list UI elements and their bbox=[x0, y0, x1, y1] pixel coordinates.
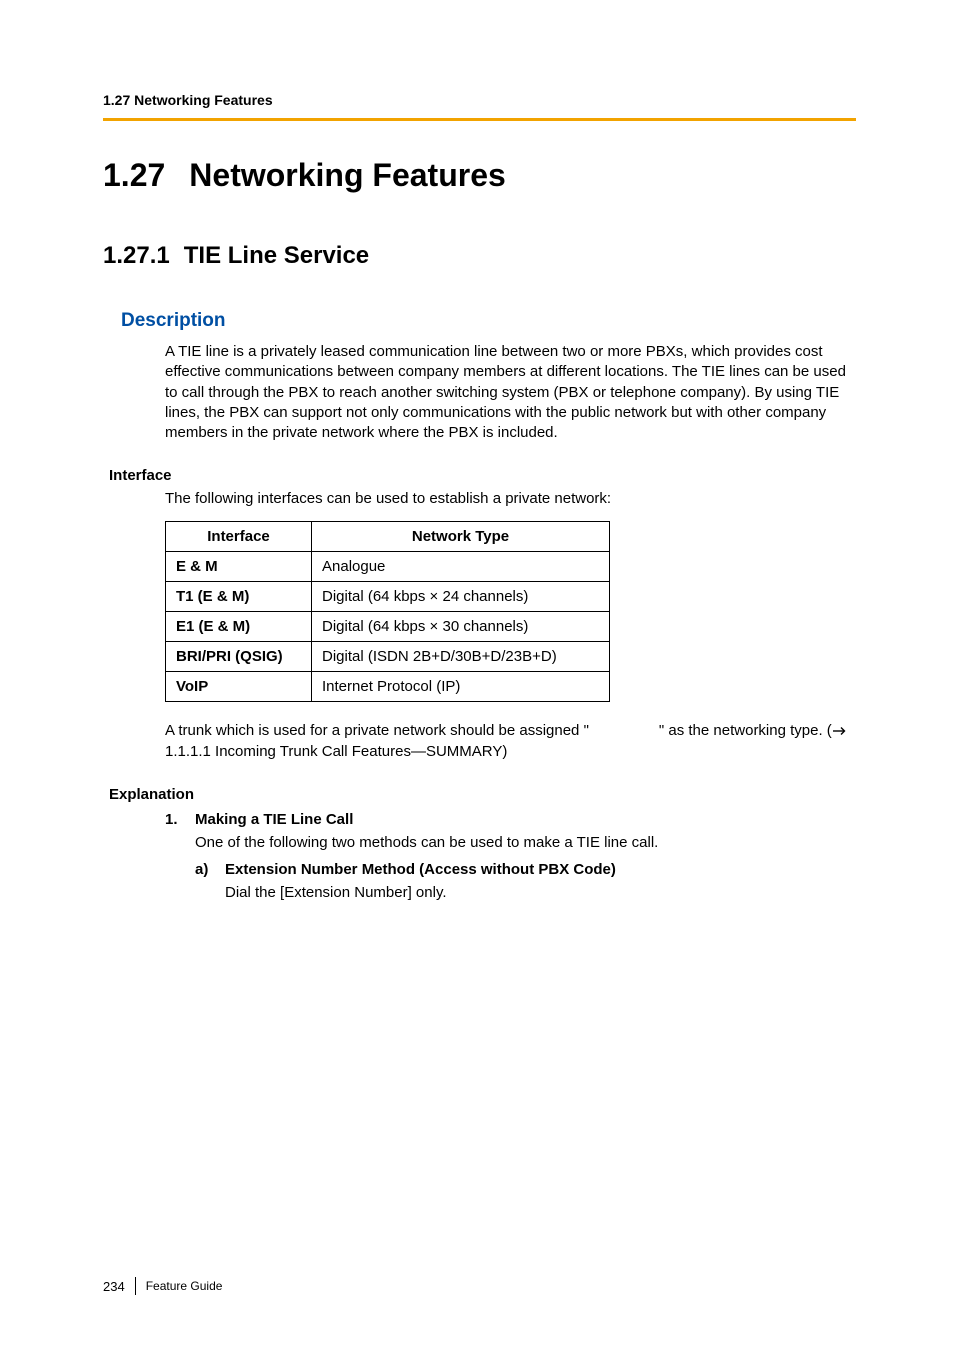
cell-iface: E & M bbox=[166, 552, 312, 582]
after-table-suffix: " as the networking type. ( bbox=[659, 722, 832, 739]
document-name: Feature Guide bbox=[146, 1279, 223, 1293]
section-title-1: Networking Features bbox=[189, 157, 506, 193]
cell-iface: E1 (E & M) bbox=[166, 612, 312, 642]
sub-list-item: a) Extension Number Method (Access witho… bbox=[195, 859, 856, 880]
header-rule bbox=[103, 118, 856, 121]
sub-list-marker: a) bbox=[195, 859, 225, 880]
page: 1.27 Networking Features 1.27 Networking … bbox=[0, 0, 954, 1351]
cell-type: Digital (64 kbps × 30 channels) bbox=[312, 612, 610, 642]
table-row: E1 (E & M) Digital (64 kbps × 30 channel… bbox=[166, 612, 610, 642]
sub-list-body: Dial the [Extension Number] only. bbox=[225, 882, 856, 903]
running-header: 1.27 Networking Features bbox=[103, 92, 856, 108]
table-row: VoIP Internet Protocol (IP) bbox=[166, 672, 610, 702]
cell-type: Analogue bbox=[312, 552, 610, 582]
sub-list: a) Extension Number Method (Access witho… bbox=[195, 859, 856, 880]
after-table-xref: 1.1.1.1 Incoming Trunk Call Features—SUM… bbox=[165, 743, 507, 760]
description-heading: Description bbox=[121, 310, 856, 332]
list-marker: 1. bbox=[165, 809, 195, 830]
page-number: 234 bbox=[103, 1279, 125, 1294]
list-item-body: One of the following two methods can be … bbox=[195, 832, 856, 853]
section-title-2: TIE Line Service bbox=[184, 242, 369, 269]
description-body: A TIE line is a privately leased communi… bbox=[165, 342, 856, 443]
section-heading-1: 1.27 Networking Features bbox=[103, 157, 856, 194]
table-row: BRI/PRI (QSIG) Digital (ISDN 2B+D/30B+D/… bbox=[166, 642, 610, 672]
section-number-1: 1.27 bbox=[103, 157, 165, 193]
th-network-type: Network Type bbox=[312, 522, 610, 552]
page-footer: 234 Feature Guide bbox=[103, 1277, 222, 1295]
vertical-divider-icon bbox=[135, 1277, 136, 1295]
list-item: 1. Making a TIE Line Call bbox=[165, 809, 856, 830]
after-table-prefix: A trunk which is used for a private netw… bbox=[165, 722, 589, 739]
ordered-list: 1. Making a TIE Line Call bbox=[165, 809, 856, 830]
table-header-row: Interface Network Type bbox=[166, 522, 610, 552]
interface-table: Interface Network Type E & M Analogue T1… bbox=[165, 521, 610, 702]
table-row: T1 (E & M) Digital (64 kbps × 24 channel… bbox=[166, 582, 610, 612]
arrow-right-icon bbox=[832, 726, 848, 736]
explanation-heading: Explanation bbox=[109, 786, 856, 803]
cell-iface: VoIP bbox=[166, 672, 312, 702]
interface-intro: The following interfaces can be used to … bbox=[165, 490, 856, 507]
th-interface: Interface bbox=[166, 522, 312, 552]
sub-list-title: Extension Number Method (Access without … bbox=[225, 859, 616, 880]
section-heading-2: 1.27.1 TIE Line Service bbox=[103, 242, 856, 270]
cell-iface: T1 (E & M) bbox=[166, 582, 312, 612]
after-table-paragraph: A trunk which is used for a private netw… bbox=[165, 720, 856, 762]
cell-type: Digital (64 kbps × 24 channels) bbox=[312, 582, 610, 612]
list-item-title: Making a TIE Line Call bbox=[195, 809, 353, 830]
table-row: E & M Analogue bbox=[166, 552, 610, 582]
section-number-2: 1.27.1 bbox=[103, 242, 170, 269]
cell-type: Internet Protocol (IP) bbox=[312, 672, 610, 702]
cell-type: Digital (ISDN 2B+D/30B+D/23B+D) bbox=[312, 642, 610, 672]
cell-iface: BRI/PRI (QSIG) bbox=[166, 642, 312, 672]
interface-heading: Interface bbox=[109, 467, 856, 484]
